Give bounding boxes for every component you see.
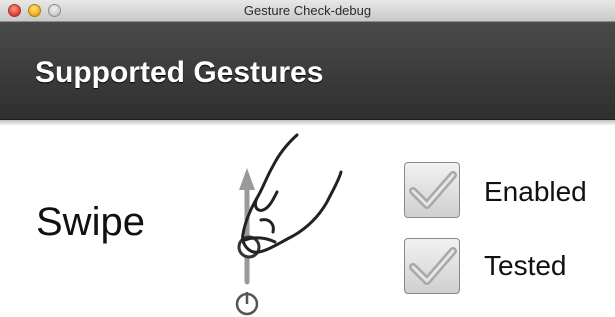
tested-label: Tested <box>484 250 567 281</box>
header-bar: Supported Gestures <box>0 22 615 120</box>
window-title: Gesture Check-debug <box>243 3 372 18</box>
checkmark-icon <box>409 247 457 285</box>
tested-checkbox[interactable] <box>404 238 460 294</box>
title-bar[interactable]: Gesture Check-debug <box>0 0 615 22</box>
gesture-name: Swipe <box>36 200 145 244</box>
enabled-label: Enabled <box>484 176 587 207</box>
enabled-checkbox[interactable] <box>404 162 460 218</box>
page-title: Supported Gestures <box>35 56 324 89</box>
header-shadow <box>0 120 615 126</box>
app-window: Gesture Check-debug Supported Gestures S… <box>0 0 615 317</box>
swipe-up-gesture-icon <box>235 133 343 316</box>
checkmark-icon <box>409 171 457 209</box>
